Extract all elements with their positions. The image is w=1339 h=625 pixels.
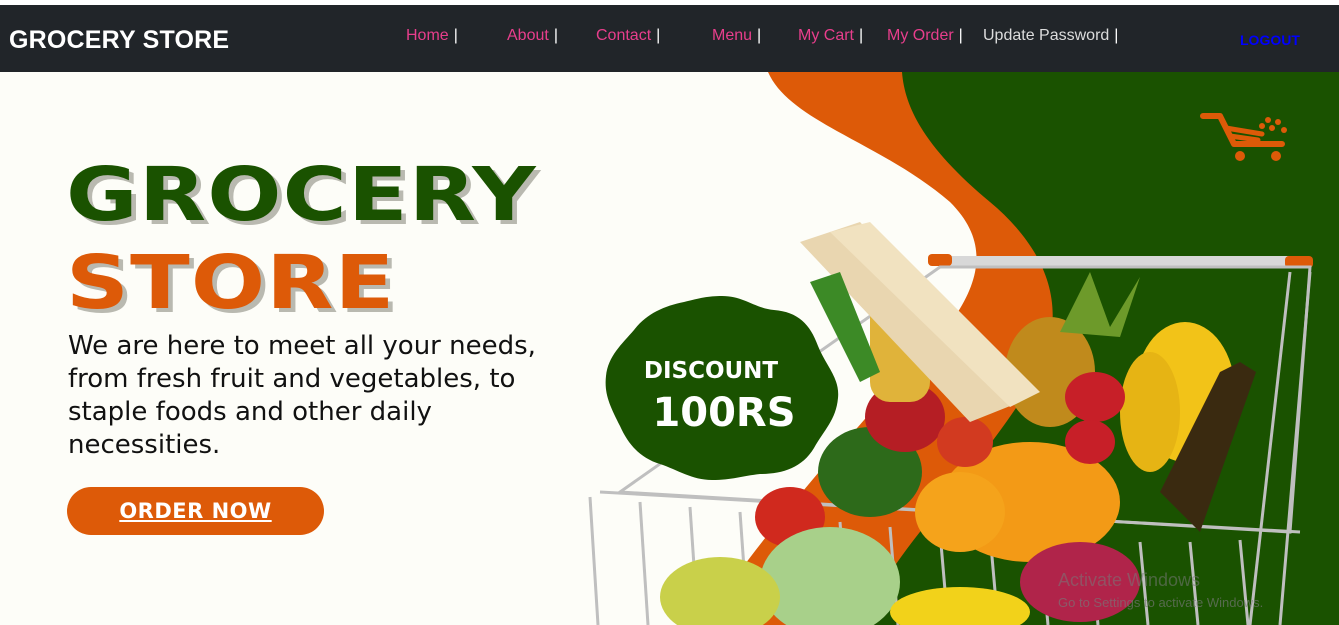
nav-separator: |	[958, 27, 963, 44]
nav-link-update-password-label[interactable]: Update Password	[983, 27, 1109, 44]
nav-link-contact-label[interactable]: Contact	[596, 27, 651, 44]
nav-link-menu-label[interactable]: Menu	[712, 27, 752, 44]
nav-link-update-password[interactable]: Update Password |	[983, 27, 1118, 45]
order-now-button[interactable]: ORDER NOW	[67, 487, 324, 535]
nav-link-about[interactable]: About |	[507, 27, 558, 45]
nav-link-home[interactable]: Home |	[406, 27, 458, 45]
hero-banner: GROCERY STORE We are here to meet all yo…	[0, 72, 1339, 625]
nav-link-contact[interactable]: Contact |	[596, 27, 660, 45]
shopping-cart-icon	[1200, 113, 1287, 161]
hero-title-line2: STORE	[66, 240, 396, 326]
hero-title-line1: GROCERY	[66, 152, 537, 238]
order-now-label[interactable]: ORDER NOW	[119, 499, 271, 523]
nav-link-menu[interactable]: Menu |	[712, 27, 761, 45]
nav-separator: |	[656, 27, 661, 44]
nav-separator: |	[757, 27, 762, 44]
logout-link[interactable]: LOGOUT	[1240, 32, 1300, 48]
nav-separator: |	[553, 27, 558, 44]
nav-separator: |	[1114, 27, 1119, 44]
nav-link-my-cart[interactable]: My Cart |	[798, 27, 863, 45]
nav-link-my-order[interactable]: My Order |	[887, 27, 963, 45]
nav-separator: |	[859, 27, 864, 44]
discount-badge	[605, 296, 839, 480]
nav-separator: |	[453, 27, 458, 44]
nav-link-home-label[interactable]: Home	[406, 27, 449, 44]
nav-link-my-cart-label[interactable]: My Cart	[798, 27, 854, 44]
activate-windows-title: Activate Windows	[1058, 570, 1201, 590]
discount-label: DISCOUNT	[643, 358, 779, 384]
discount-amount: 100RS	[652, 390, 796, 436]
brand-logo[interactable]: GROCERY STORE	[9, 26, 229, 55]
nav-link-about-label[interactable]: About	[507, 27, 549, 44]
navbar: GROCERY STORE Home | About | Contact | Menu…	[0, 5, 1339, 72]
nav-link-my-order-label[interactable]: My Order	[887, 27, 954, 44]
hero-description: We are here to meet all your needs, from…	[68, 331, 536, 460]
activate-windows-subtitle: Go to Settings to activate Windows.	[1058, 595, 1264, 610]
